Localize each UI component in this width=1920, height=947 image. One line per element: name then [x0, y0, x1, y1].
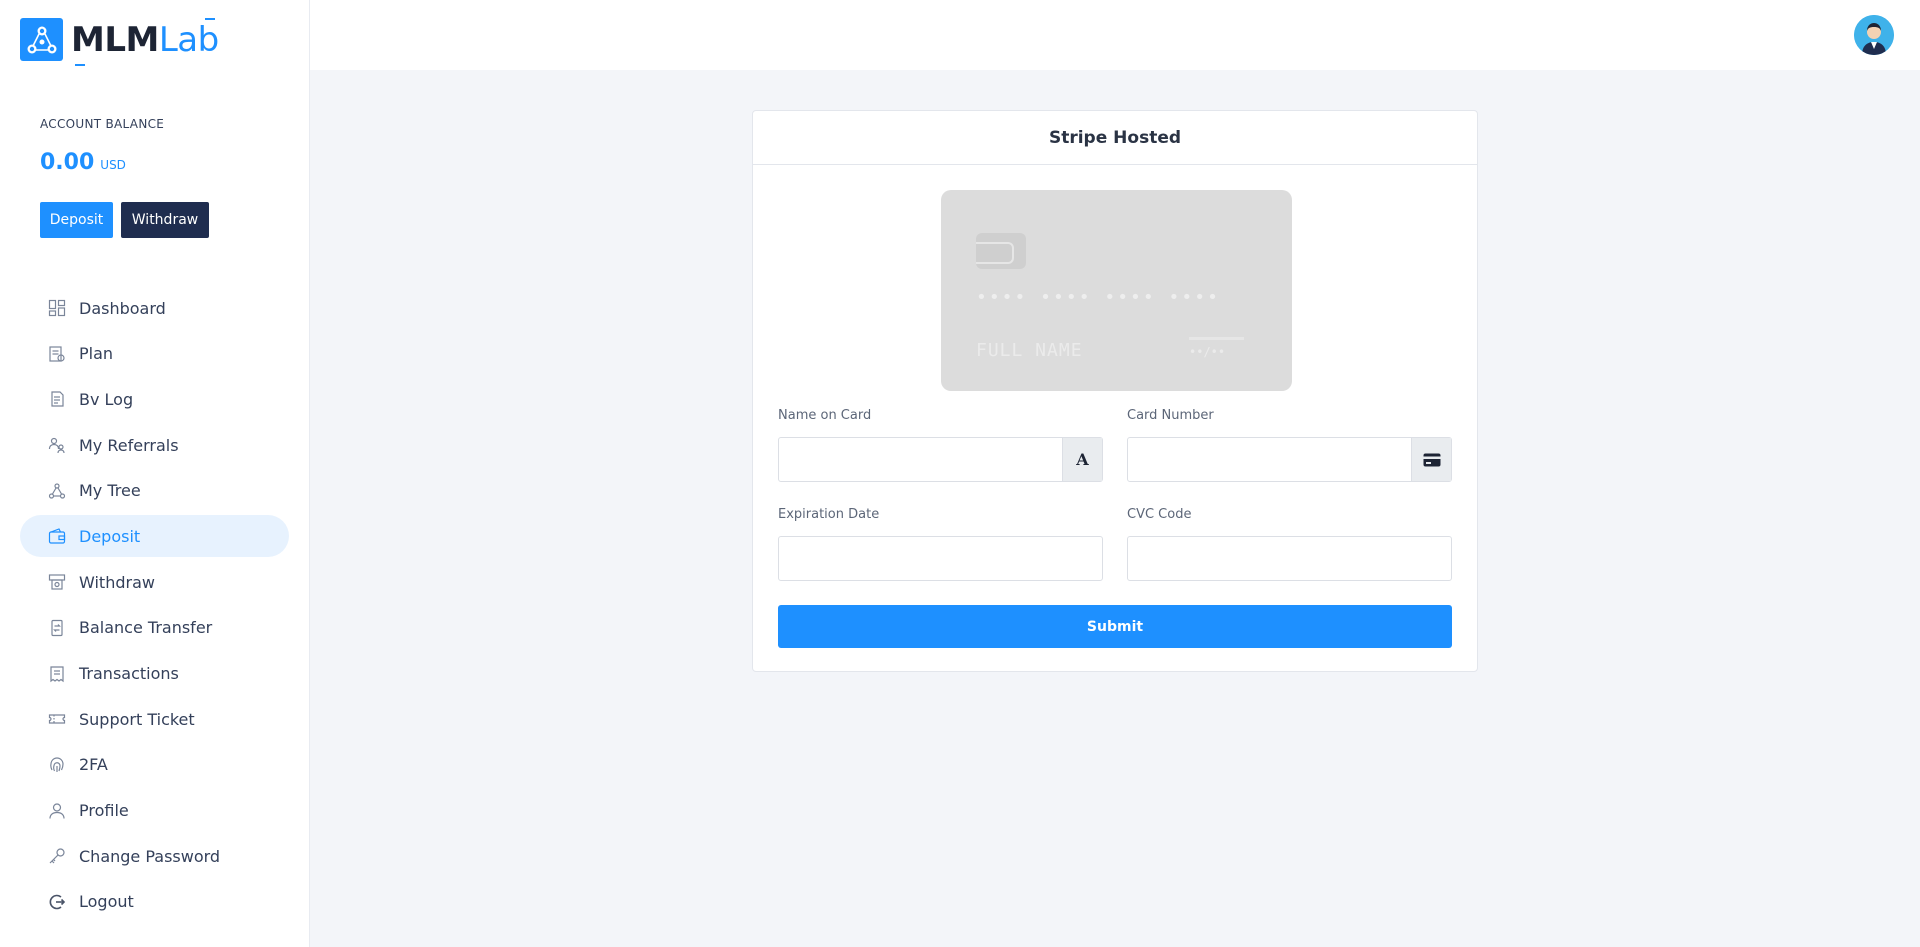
name-on-card-input[interactable] [779, 438, 1102, 481]
sidebar-item-label: Balance Transfer [79, 618, 213, 638]
credit-card-preview: •••• •••• •••• •••• FULL NAME ••/•• [941, 190, 1292, 391]
sidebar-item-label: Plan [79, 344, 114, 364]
wallet-icon [48, 527, 66, 545]
sidebar-item-2fa[interactable]: 2FA [20, 744, 289, 786]
sidebar-item-label: Logout [79, 892, 134, 912]
sidebar-item-label: Profile [79, 801, 129, 821]
name-on-card-group: A [778, 437, 1103, 482]
card-number-group [1127, 437, 1452, 482]
card-addon [1411, 438, 1451, 481]
sidebar-nav: Dashboard Plan Bv Log My Referrals My Tr… [20, 287, 289, 927]
submit-button[interactable]: Submit [778, 605, 1452, 648]
ticket-icon [48, 710, 66, 728]
sidebar-item-label: Withdraw [79, 572, 155, 592]
card-number-label: Card Number [1127, 408, 1214, 423]
sidebar-item-withdraw[interactable]: Withdraw [20, 561, 289, 603]
sidebar-item-transactions[interactable]: Transactions [20, 653, 289, 695]
user-avatar-icon[interactable] [1854, 15, 1894, 55]
logo-accent-bar [204, 17, 215, 20]
sidebar: MLMLab ACCOUNT BALANCE 0.00 USD Deposit … [0, 0, 310, 947]
tree-icon [48, 482, 66, 500]
card-preview-number: •••• •••• •••• •••• [976, 287, 1220, 308]
bv-log-icon [48, 390, 66, 408]
sidebar-item-label: Transactions [79, 664, 179, 683]
balance-amount: 0.00 [40, 150, 95, 175]
sidebar-item-profile[interactable]: Profile [20, 790, 289, 832]
sidebar-item-dashboard[interactable]: Dashboard [20, 287, 289, 329]
sidebar-item-logout[interactable]: Logout [20, 881, 289, 923]
sidebar-item-label: Deposit [79, 526, 141, 546]
plan-icon [48, 345, 66, 363]
card-preview-name: FULL NAME [976, 340, 1083, 361]
top-header [310, 0, 1920, 70]
name-on-card-label: Name on Card [778, 408, 872, 423]
balance-value: 0.00 USD [40, 150, 126, 175]
sidebar-item-label: My Tree [79, 481, 141, 501]
stripe-payment-card: Stripe Hosted •••• •••• •••• •••• FULL N… [752, 110, 1478, 672]
logo-accent-bar [75, 63, 85, 66]
card-title: Stripe Hosted [753, 111, 1477, 165]
card-chip-icon [976, 233, 1026, 269]
referrals-icon [48, 436, 66, 454]
cvc-code-label: CVC Code [1127, 507, 1192, 522]
cvc-code-input[interactable] [1128, 537, 1451, 580]
sidebar-item-change-password[interactable]: Change Password [20, 835, 289, 877]
expiration-date-label: Expiration Date [778, 507, 880, 522]
sidebar-item-deposit[interactable]: Deposit [20, 515, 289, 558]
sidebar-item-label: Support Ticket [79, 709, 195, 729]
brand-name-light: Lab [158, 19, 219, 60]
expiration-date-input[interactable] [779, 537, 1102, 580]
balance-label: ACCOUNT BALANCE [40, 117, 165, 131]
card-number-input[interactable] [1128, 438, 1451, 481]
card-preview-expiry-label [1189, 337, 1244, 340]
brand-name-bold: MLM [71, 19, 159, 60]
sidebar-item-label: Dashboard [79, 298, 166, 318]
sidebar-item-my-referrals[interactable]: My Referrals [20, 424, 289, 466]
card-preview-expiry: ••/•• [1189, 345, 1226, 359]
sidebar-item-label: My Referrals [79, 435, 179, 455]
expiration-date-group [778, 536, 1103, 581]
sidebar-item-bv-log[interactable]: Bv Log [20, 378, 289, 420]
key-icon [48, 847, 66, 865]
sidebar-item-label: Change Password [79, 846, 221, 866]
cvc-code-group [1127, 536, 1452, 581]
logout-icon [48, 893, 66, 911]
sidebar-item-plan[interactable]: Plan [20, 333, 289, 375]
withdraw-icon [48, 573, 66, 591]
fingerprint-icon [48, 756, 66, 774]
sidebar-item-support-ticket[interactable]: Support Ticket [20, 698, 289, 740]
sidebar-item-balance-transfer[interactable]: Balance Transfer [20, 607, 289, 649]
balance-transfer-icon [48, 619, 66, 637]
letter-a-icon: A [1076, 450, 1089, 469]
brand-name: MLMLab [71, 17, 219, 66]
brand-logo[interactable]: MLMLab [20, 17, 219, 66]
credit-card-icon [1423, 453, 1440, 466]
balance-currency: USD [100, 158, 126, 172]
sidebar-item-my-tree[interactable]: My Tree [20, 470, 289, 512]
network-logo-icon [20, 18, 63, 61]
transactions-icon [48, 665, 66, 683]
name-addon: A [1062, 438, 1102, 481]
dashboard-icon [48, 299, 66, 317]
deposit-button[interactable]: Deposit [40, 202, 113, 238]
withdraw-button[interactable]: Withdraw [121, 202, 209, 238]
sidebar-item-label: Bv Log [79, 389, 134, 409]
user-icon [48, 802, 66, 820]
sidebar-item-label: 2FA [79, 755, 108, 775]
